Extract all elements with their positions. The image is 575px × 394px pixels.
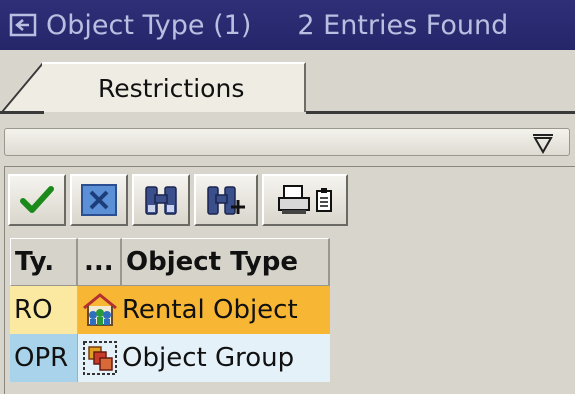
- table-row[interactable]: OPR Object Group: [10, 334, 330, 382]
- table-row[interactable]: RO Rental Object: [10, 286, 330, 334]
- dialog-title-bar: Object Type (1) 2 Entries Found: [0, 0, 575, 50]
- dialog-title: Object Type (1): [46, 9, 252, 41]
- object-group-icon: [80, 338, 120, 378]
- entries-found-count: 2 Entries Found: [297, 9, 509, 41]
- find-next-button[interactable]: [194, 174, 258, 226]
- printer-icon: [278, 185, 310, 214]
- rental-object-icon: [80, 290, 120, 330]
- hit-list-table: Ty. ... Object Type RO Rental Object OPR…: [10, 238, 330, 382]
- column-header-object-type[interactable]: Object Type: [122, 238, 330, 286]
- tab-strip: Restrictions: [0, 50, 575, 116]
- restrictions-collapse-bar[interactable]: [4, 128, 570, 156]
- tab-restrictions-label: Restrictions: [98, 73, 245, 103]
- row-object-type-label: Object Group: [122, 343, 295, 373]
- tab-edge: [1, 62, 44, 113]
- expand-triangle-icon[interactable]: [531, 132, 555, 154]
- binoculars-icon: [145, 186, 177, 215]
- row-object-type[interactable]: Object Group: [78, 334, 330, 382]
- tab-baseline-right: [306, 111, 575, 114]
- checkmark-icon: [20, 186, 54, 213]
- window-menu-icon[interactable]: [4, 0, 44, 50]
- column-header-type[interactable]: Ty.: [10, 238, 78, 286]
- row-object-type-label: Rental Object: [122, 295, 298, 325]
- row-object-type[interactable]: Rental Object: [78, 286, 330, 334]
- result-toolbar: [8, 174, 348, 226]
- binoculars-plus-icon: [207, 186, 245, 215]
- print-button[interactable]: [262, 174, 348, 226]
- find-button[interactable]: [132, 174, 190, 226]
- table-header-row: Ty. ... Object Type: [10, 238, 330, 286]
- confirm-button[interactable]: [8, 174, 66, 226]
- close-x-icon: [81, 184, 117, 216]
- tab-restrictions[interactable]: Restrictions: [42, 62, 306, 112]
- column-header-icon[interactable]: ...: [78, 238, 122, 286]
- row-type-code[interactable]: OPR: [10, 334, 78, 382]
- tab-baseline-left: [0, 111, 44, 114]
- clipboard-menu-icon: [316, 188, 332, 212]
- row-type-code[interactable]: RO: [10, 286, 78, 334]
- cancel-button[interactable]: [70, 174, 128, 226]
